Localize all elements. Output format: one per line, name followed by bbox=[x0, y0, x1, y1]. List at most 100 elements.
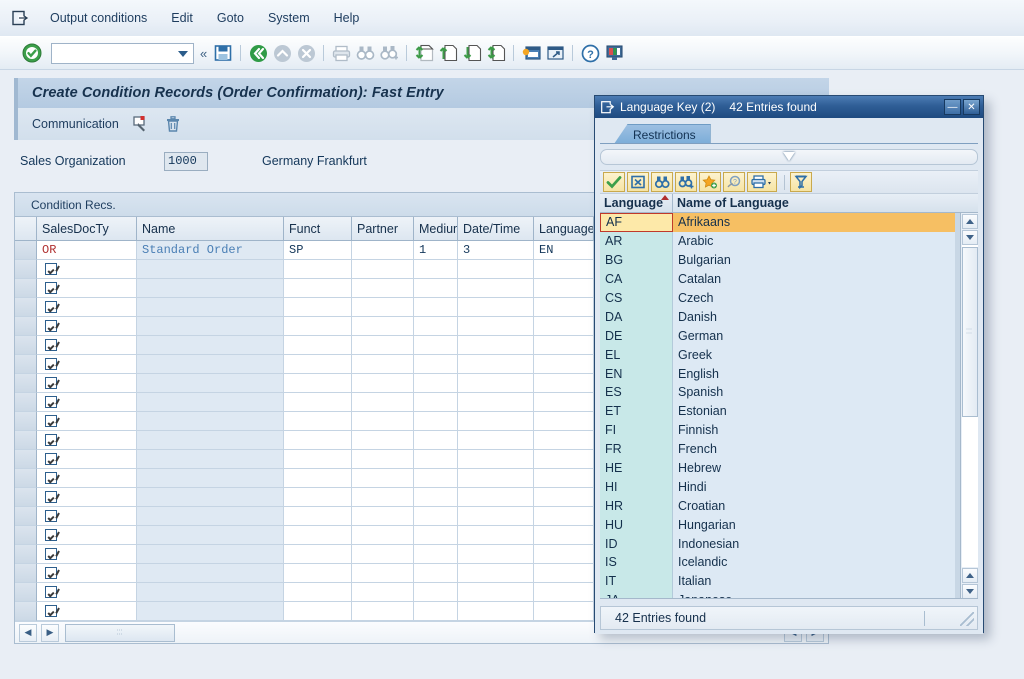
cell-name[interactable] bbox=[137, 545, 284, 564]
cell-name[interactable] bbox=[137, 279, 284, 298]
cell-datetime[interactable] bbox=[458, 602, 534, 621]
cell-datetime[interactable] bbox=[458, 507, 534, 526]
cell-funct[interactable] bbox=[284, 469, 352, 488]
cell-datetime[interactable] bbox=[458, 526, 534, 545]
next-page-icon[interactable] bbox=[461, 42, 483, 64]
row-selector[interactable] bbox=[15, 469, 37, 488]
language-code-cell[interactable]: IS bbox=[600, 553, 673, 572]
cell-funct[interactable] bbox=[284, 564, 352, 583]
close-icon[interactable]: ✕ bbox=[963, 99, 980, 115]
cell-partner[interactable] bbox=[352, 488, 414, 507]
language-name-cell[interactable]: Bulgarian bbox=[673, 250, 955, 270]
value-help-checkbox-icon[interactable] bbox=[45, 529, 57, 541]
list-item[interactable]: EN English bbox=[600, 364, 978, 384]
cell-name[interactable] bbox=[137, 317, 284, 336]
language-code-cell[interactable]: AR bbox=[600, 231, 673, 251]
scrollbar-track[interactable]: ⋯ ⋯ bbox=[961, 245, 978, 567]
cell-name[interactable] bbox=[137, 488, 284, 507]
cell-funct[interactable] bbox=[284, 374, 352, 393]
cell-funct[interactable]: SP bbox=[284, 241, 352, 260]
cell-language[interactable] bbox=[534, 279, 594, 298]
cell-datetime[interactable] bbox=[458, 336, 534, 355]
list-item[interactable]: HE Hebrew bbox=[600, 458, 978, 478]
cell-salesdocty[interactable] bbox=[37, 412, 137, 431]
cell-salesdocty[interactable] bbox=[37, 526, 137, 545]
cell-language[interactable] bbox=[534, 469, 594, 488]
cell-partner[interactable] bbox=[352, 412, 414, 431]
row-selector[interactable] bbox=[15, 336, 37, 355]
find-next-icon[interactable] bbox=[378, 42, 400, 64]
sales-organization-input[interactable]: 1000 bbox=[164, 151, 208, 171]
column-header-funct[interactable]: Funct bbox=[284, 217, 352, 241]
sap-session-icon[interactable] bbox=[10, 8, 30, 28]
row-selector[interactable] bbox=[15, 355, 37, 374]
cell-salesdocty[interactable] bbox=[37, 298, 137, 317]
cell-partner[interactable] bbox=[352, 317, 414, 336]
collapse-toolbar-icon[interactable]: « bbox=[200, 46, 207, 61]
language-name-cell[interactable]: Icelandic bbox=[673, 553, 955, 572]
cell-name[interactable] bbox=[137, 583, 284, 602]
row-selector[interactable] bbox=[15, 583, 37, 602]
find-icon[interactable] bbox=[354, 42, 376, 64]
row-selector[interactable] bbox=[15, 317, 37, 336]
row-selector[interactable] bbox=[15, 488, 37, 507]
menu-item-goto[interactable]: Goto bbox=[205, 9, 256, 27]
menu-item-system[interactable]: System bbox=[256, 9, 322, 27]
cell-funct[interactable] bbox=[284, 412, 352, 431]
language-code-cell[interactable]: IT bbox=[600, 571, 673, 591]
value-help-checkbox-icon[interactable] bbox=[45, 567, 57, 579]
print-icon[interactable] bbox=[330, 42, 352, 64]
scrollbar-thumb[interactable]: ⋯ ⋯ bbox=[961, 247, 978, 417]
list-item[interactable]: HI Hindi bbox=[600, 477, 978, 497]
cell-language[interactable] bbox=[534, 583, 594, 602]
display-help-icon[interactable]: ? bbox=[723, 172, 745, 192]
cell-salesdocty[interactable] bbox=[37, 260, 137, 279]
save-icon[interactable] bbox=[212, 42, 234, 64]
value-help-checkbox-icon[interactable] bbox=[45, 510, 57, 522]
language-code-cell[interactable]: ID bbox=[600, 534, 673, 554]
cell-datetime[interactable] bbox=[458, 431, 534, 450]
chevron-down-icon[interactable] bbox=[783, 152, 795, 161]
list-item[interactable]: HR Croatian bbox=[600, 496, 978, 516]
create-shortcut-icon[interactable] bbox=[544, 42, 566, 64]
previous-page-icon[interactable] bbox=[437, 42, 459, 64]
menu-item-output-conditions[interactable]: Output conditions bbox=[38, 9, 159, 27]
language-code-cell[interactable]: HU bbox=[600, 515, 673, 535]
row-selector[interactable] bbox=[15, 431, 37, 450]
language-code-cell[interactable]: JA bbox=[600, 590, 673, 598]
language-code-cell[interactable]: HI bbox=[600, 477, 673, 497]
cell-name[interactable] bbox=[137, 469, 284, 488]
cell-medium[interactable] bbox=[414, 336, 458, 355]
cell-medium[interactable] bbox=[414, 374, 458, 393]
row-selector[interactable] bbox=[15, 526, 37, 545]
menu-item-edit[interactable]: Edit bbox=[159, 9, 205, 27]
cell-language[interactable] bbox=[534, 374, 594, 393]
language-code-cell[interactable]: FR bbox=[600, 439, 673, 459]
trash-icon[interactable] bbox=[163, 114, 183, 134]
cell-funct[interactable] bbox=[284, 431, 352, 450]
cell-datetime[interactable] bbox=[458, 450, 534, 469]
value-help-checkbox-icon[interactable] bbox=[45, 548, 57, 560]
cell-salesdocty[interactable] bbox=[37, 374, 137, 393]
cell-medium[interactable] bbox=[414, 393, 458, 412]
list-item[interactable]: AF Afrikaans bbox=[600, 213, 978, 232]
list-vertical-scrollbar[interactable]: ⋯ ⋯ bbox=[960, 213, 978, 598]
command-field[interactable] bbox=[51, 42, 194, 64]
value-help-checkbox-icon[interactable] bbox=[45, 263, 57, 275]
cell-funct[interactable] bbox=[284, 279, 352, 298]
cell-partner[interactable] bbox=[352, 507, 414, 526]
cell-language[interactable] bbox=[534, 393, 594, 412]
list-item[interactable]: AR Arabic bbox=[600, 231, 978, 251]
cell-language[interactable] bbox=[534, 431, 594, 450]
cell-language[interactable] bbox=[534, 545, 594, 564]
row-selector[interactable] bbox=[15, 412, 37, 431]
create-session-icon[interactable] bbox=[520, 42, 542, 64]
cell-language[interactable] bbox=[534, 336, 594, 355]
language-name-cell[interactable]: Croatian bbox=[673, 496, 955, 516]
cell-partner[interactable] bbox=[352, 431, 414, 450]
cell-name[interactable] bbox=[137, 355, 284, 374]
cell-name[interactable] bbox=[137, 450, 284, 469]
language-name-cell[interactable]: Hindi bbox=[673, 477, 955, 497]
cell-datetime[interactable] bbox=[458, 412, 534, 431]
cell-language[interactable] bbox=[534, 564, 594, 583]
